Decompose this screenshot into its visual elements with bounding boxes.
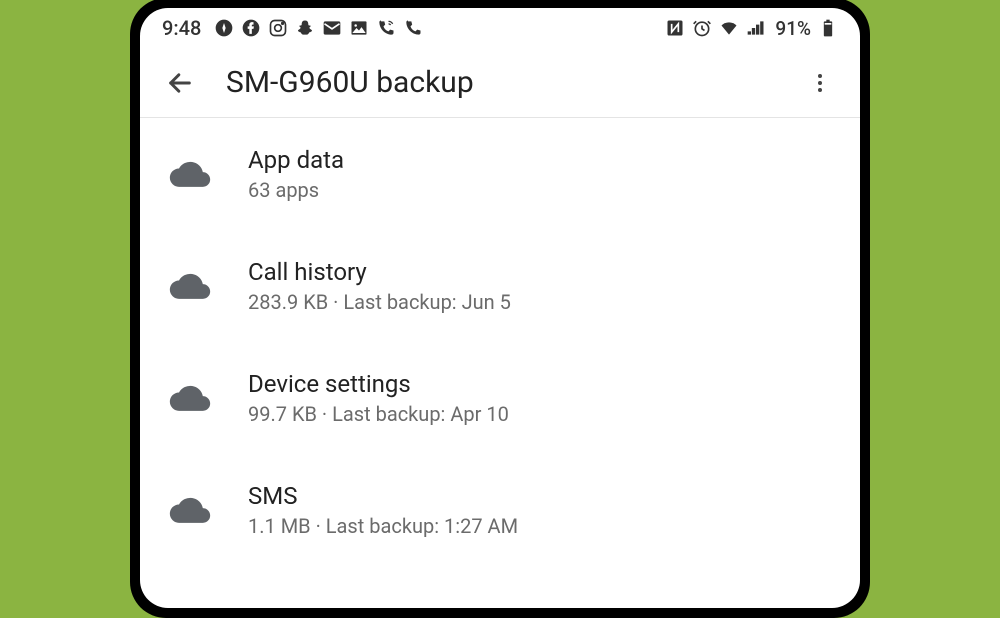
- back-button[interactable]: [160, 63, 200, 103]
- list-item-subtitle: 1.1 MB · Last backup: 1:27 AM: [248, 514, 518, 538]
- compass-icon: [214, 18, 234, 38]
- instagram-icon: [268, 18, 288, 38]
- list-item-subtitle: 283.9 KB · Last backup: Jun 5: [248, 290, 511, 314]
- nfc-icon: [665, 18, 685, 38]
- list-item-title: Device settings: [248, 370, 509, 398]
- list-item-title: App data: [248, 146, 344, 174]
- list-item-device-settings[interactable]: Device settings 99.7 KB · Last backup: A…: [140, 342, 860, 454]
- list-item-subtitle: 63 apps: [248, 178, 344, 202]
- cloud-icon: [166, 152, 214, 196]
- photo-icon: [349, 18, 369, 38]
- facebook-icon: [241, 18, 261, 38]
- alarm-icon: [692, 18, 712, 38]
- list-item-title: Call history: [248, 258, 511, 286]
- list-item-call-history[interactable]: Call history 283.9 KB · Last backup: Jun…: [140, 230, 860, 342]
- mail-icon: [322, 18, 342, 38]
- list-item-text: Call history 283.9 KB · Last backup: Jun…: [248, 258, 511, 314]
- page-title: SM-G960U backup: [226, 65, 774, 100]
- wifi-icon: [719, 18, 739, 38]
- cloud-icon: [166, 264, 214, 308]
- list-item-text: Device settings 99.7 KB · Last backup: A…: [248, 370, 509, 426]
- list-item-text: App data 63 apps: [248, 146, 344, 202]
- backup-list[interactable]: App data 63 apps Call history 283.9 KB ·…: [140, 118, 860, 608]
- list-item-subtitle: 99.7 KB · Last backup: Apr 10: [248, 402, 509, 426]
- app-bar: SM-G960U backup: [140, 48, 860, 118]
- battery-percent: 91%: [775, 17, 811, 40]
- status-right: 91%: [665, 17, 838, 40]
- overflow-menu-button[interactable]: [800, 63, 840, 103]
- cloud-icon: [166, 488, 214, 532]
- wifi-calling-icon: [376, 18, 396, 38]
- status-time: 9:48: [162, 16, 201, 40]
- device-frame: 9:48 91% SM-G9: [130, 0, 870, 618]
- phone-icon: [403, 18, 423, 38]
- signal-icon: [746, 18, 766, 38]
- list-item-text: SMS 1.1 MB · Last backup: 1:27 AM: [248, 482, 518, 538]
- list-item-app-data[interactable]: App data 63 apps: [140, 118, 860, 230]
- list-item-sms[interactable]: SMS 1.1 MB · Last backup: 1:27 AM: [140, 454, 860, 566]
- status-left: 9:48: [162, 16, 423, 40]
- list-item-title: SMS: [248, 482, 518, 510]
- battery-icon: [818, 18, 838, 38]
- screen: 9:48 91% SM-G9: [140, 8, 860, 608]
- status-bar: 9:48 91%: [140, 8, 860, 48]
- cloud-icon: [166, 376, 214, 420]
- snapchat-icon: [295, 18, 315, 38]
